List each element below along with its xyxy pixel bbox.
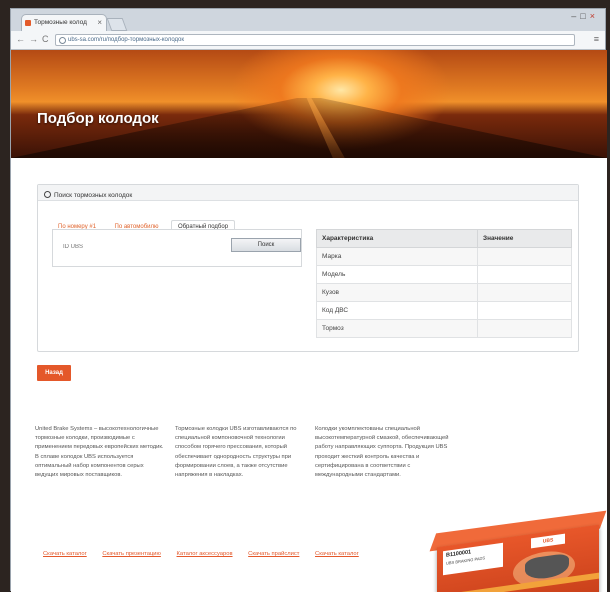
footer-link[interactable]: Скачать прайслист — [248, 551, 299, 557]
footer-links: Скачать каталог Скачать презентацию Ката… — [43, 551, 373, 557]
row-name: Тормоз — [316, 319, 478, 338]
row-name: Модель — [316, 265, 478, 284]
road-graphic — [11, 98, 607, 158]
search-panel: Поиск тормозных колодок По номеру #1 По … — [37, 184, 579, 352]
menu-icon[interactable]: ≡ — [594, 34, 599, 44]
id-search-input[interactable] — [63, 240, 223, 254]
table-row: Код ДВС — [316, 301, 572, 320]
table-row: Тормоз — [316, 319, 572, 338]
characteristics-table: Характеристика Значение Марка Модель Куз… — [316, 229, 572, 338]
page-info-icon — [59, 37, 66, 44]
tab-title: Тормозные колод — [34, 19, 87, 26]
browser-window: Тормозные колод × –□× ← → C ubs-sa.com/r… — [10, 8, 607, 592]
header-characteristic: Характеристика — [316, 229, 478, 248]
row-value — [477, 265, 572, 284]
panel-title: Поиск тормозных колодок — [54, 192, 133, 199]
close-tab-icon[interactable]: × — [97, 18, 102, 27]
header-value: Значение — [477, 229, 572, 248]
forward-icon[interactable]: → — [29, 34, 38, 44]
tab-pane: Поиск — [52, 229, 302, 267]
table-row: Марка — [316, 247, 572, 266]
window-controls: –□× — [571, 11, 599, 21]
url-text: ubs-sa.com/ru/подбор-тормозных-колодок — [68, 37, 185, 43]
address-bar[interactable]: ubs-sa.com/ru/подбор-тормозных-колодок — [55, 34, 575, 46]
search-button[interactable]: Поиск — [231, 238, 301, 252]
footer-link[interactable]: Скачать презентацию — [102, 551, 161, 557]
product-box-image: B1100001 UBS BRAKING PADS UBS — [429, 510, 607, 592]
row-name: Марка — [316, 247, 478, 266]
footer-link[interactable]: Каталог аксессуаров — [177, 551, 233, 557]
search-icon — [44, 191, 51, 198]
minimize-icon[interactable]: – — [571, 11, 580, 21]
reload-icon[interactable]: C — [42, 34, 49, 44]
page-content: Подбор колодок Поиск тормозных колодок П… — [11, 50, 607, 592]
browser-tab[interactable]: Тормозные колод × — [21, 14, 107, 31]
table-row: Модель — [316, 265, 572, 284]
new-tab-button[interactable] — [106, 18, 128, 31]
footer-link[interactable]: Скачать каталог — [43, 551, 87, 557]
footer-text-3: Колодки укомплектованы специальной высок… — [315, 426, 449, 479]
footer-text-2: Тормозные колодки UBS изготавливаются по… — [175, 426, 297, 479]
row-name: Кузов — [316, 283, 478, 302]
navigation-bar: ← → C ubs-sa.com/ru/подбор-тормозных-кол… — [11, 31, 605, 50]
row-value — [477, 283, 572, 302]
tab-bar: Тормозные колод × –□× — [11, 9, 605, 31]
row-value — [477, 247, 572, 266]
maximize-icon[interactable]: □ — [580, 11, 589, 21]
hero-banner: Подбор колодок — [11, 50, 607, 158]
favicon-icon — [25, 20, 31, 26]
back-button[interactable]: Назад — [37, 365, 71, 381]
footer-link[interactable]: Скачать каталог — [315, 551, 359, 557]
row-name: Код ДВС — [316, 301, 478, 320]
close-window-icon[interactable]: × — [590, 11, 599, 21]
panel-header: Поиск тормозных колодок — [38, 185, 578, 201]
page-title: Подбор колодок — [37, 110, 159, 127]
row-value — [477, 319, 572, 338]
table-row: Кузов — [316, 283, 572, 302]
row-value — [477, 301, 572, 320]
footer-text-1: United Brake Systems – высокотехнологичн… — [35, 426, 164, 479]
back-icon[interactable]: ← — [16, 34, 25, 44]
